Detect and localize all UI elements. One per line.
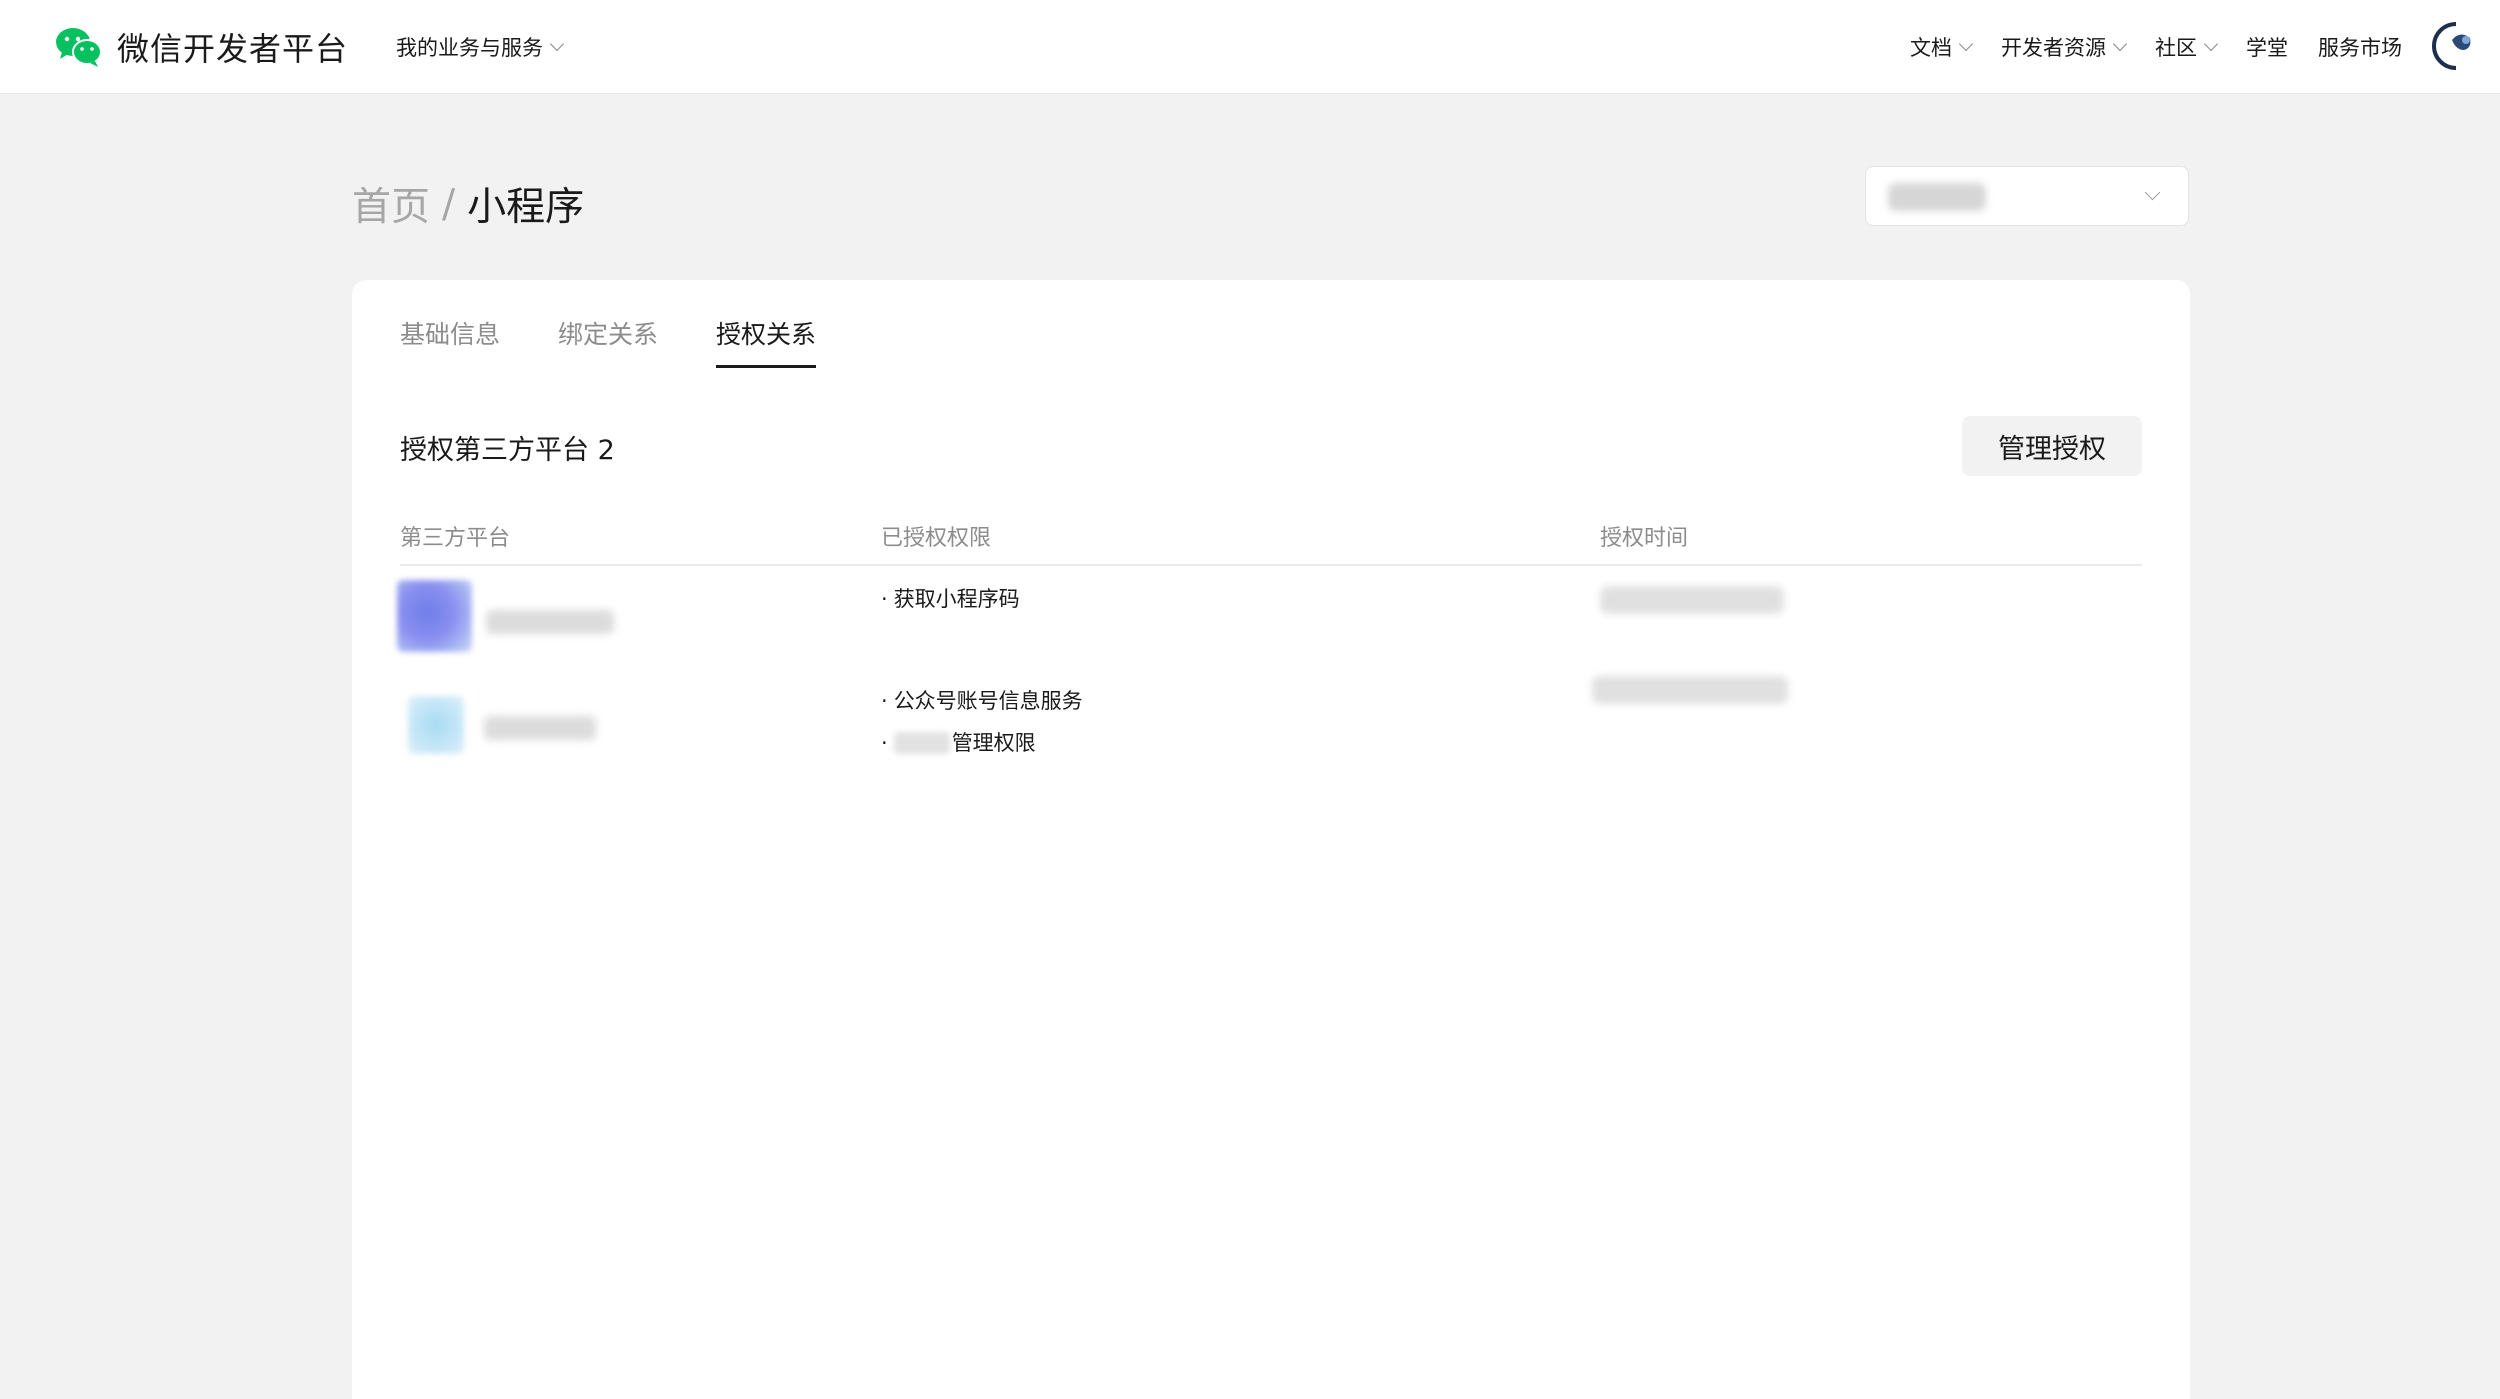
- breadcrumb: 首页 / 小程序: [352, 176, 584, 232]
- platform-logo: [408, 696, 464, 754]
- nav-developer-resources-label: 开发者资源: [2001, 36, 2106, 60]
- user-avatar[interactable]: [2426, 20, 2478, 72]
- column-header-time: 授权时间: [1600, 526, 1689, 551]
- nav-community-label: 社区: [2155, 36, 2197, 60]
- permission-label: 获取小程序码: [893, 587, 1020, 611]
- bullet: ·: [881, 689, 888, 713]
- wechat-logo-icon: [56, 28, 102, 67]
- nav-docs[interactable]: 文档: [1910, 32, 1974, 62]
- platform-name-redacted: [484, 716, 596, 740]
- tab-basic-info[interactable]: 基础信息: [400, 316, 500, 372]
- permission-list: · 公众号账号信息服务 · 管理权限: [881, 680, 1083, 764]
- account-name-redacted: [1888, 183, 1986, 211]
- chevron-down-icon: [2203, 36, 2219, 52]
- breadcrumb-separator: /: [442, 181, 456, 227]
- permission-label: 管理权限: [951, 731, 1036, 755]
- chevron-down-icon: [2144, 184, 2161, 201]
- bullet: ·: [881, 587, 888, 611]
- column-header-permissions: 已授权权限: [881, 526, 992, 551]
- top-navbar: 微信开发者平台 我的业务与服务 文档 开发者资源 社区 学堂 服务市场: [0, 0, 2500, 94]
- chevron-down-icon: [1958, 36, 1974, 52]
- account-selector[interactable]: [1865, 166, 2189, 226]
- nav-community[interactable]: 社区: [2155, 32, 2219, 62]
- nav-service-market-label: 服务市场: [2318, 36, 2402, 60]
- auth-time-redacted: [1600, 586, 1784, 614]
- brand-title: 微信开发者平台: [117, 30, 349, 68]
- permission-label: 公众号账号信息服务: [893, 689, 1083, 713]
- breadcrumb-home[interactable]: 首页: [352, 176, 430, 232]
- breadcrumb-current: 小程序: [467, 185, 585, 230]
- nav-developer-resources[interactable]: 开发者资源: [2001, 32, 2128, 62]
- main-card: 基础信息 绑定关系 授权关系 授权第三方平台 2 管理授权 第三方平台 已授权权…: [352, 280, 2190, 1399]
- nav-academy[interactable]: 学堂: [2246, 32, 2288, 62]
- auth-time-redacted: [1592, 676, 1788, 704]
- tab-bar: 基础信息 绑定关系 授权关系: [400, 316, 874, 372]
- section-title: 授权第三方平台 2: [400, 435, 615, 466]
- table-header: 第三方平台 已授权权限 授权时间: [400, 516, 2142, 566]
- manage-authorization-button[interactable]: 管理授权: [1962, 416, 2142, 476]
- column-header-platform: 第三方平台: [400, 526, 511, 551]
- top-nav-links: 文档 开发者资源 社区 学堂 服务市场: [1880, 30, 2402, 64]
- list-item: · 获取小程序码: [881, 578, 1020, 620]
- business-menu-label: 我的业务与服务: [396, 36, 543, 60]
- chevron-down-icon: [2112, 36, 2128, 52]
- nav-academy-label: 学堂: [2246, 36, 2288, 60]
- permission-list: · 获取小程序码: [881, 578, 1020, 620]
- list-item: · 管理权限: [881, 722, 1083, 764]
- table-row: · 获取小程序码: [397, 566, 2142, 676]
- tab-authorization[interactable]: 授权关系: [716, 316, 817, 372]
- bullet: ·: [881, 731, 888, 755]
- authorization-table: 第三方平台 已授权权限 授权时间 · 获取小程序码 · 公众号账号信息服务 · …: [397, 516, 2142, 786]
- platform-name-redacted: [486, 610, 614, 634]
- business-menu[interactable]: 我的业务与服务: [396, 30, 565, 64]
- avatar-image: [2426, 20, 2478, 72]
- permission-prefix-redacted: [893, 732, 950, 754]
- list-item: · 公众号账号信息服务: [881, 680, 1083, 722]
- nav-service-market[interactable]: 服务市场: [2318, 32, 2402, 62]
- tab-binding[interactable]: 绑定关系: [558, 316, 658, 372]
- table-row: · 公众号账号信息服务 · 管理权限: [400, 676, 2142, 786]
- brand[interactable]: 微信开发者平台: [55, 24, 348, 70]
- platform-logo: [397, 580, 472, 652]
- nav-docs-label: 文档: [1910, 36, 1952, 60]
- chevron-down-icon: [549, 36, 565, 52]
